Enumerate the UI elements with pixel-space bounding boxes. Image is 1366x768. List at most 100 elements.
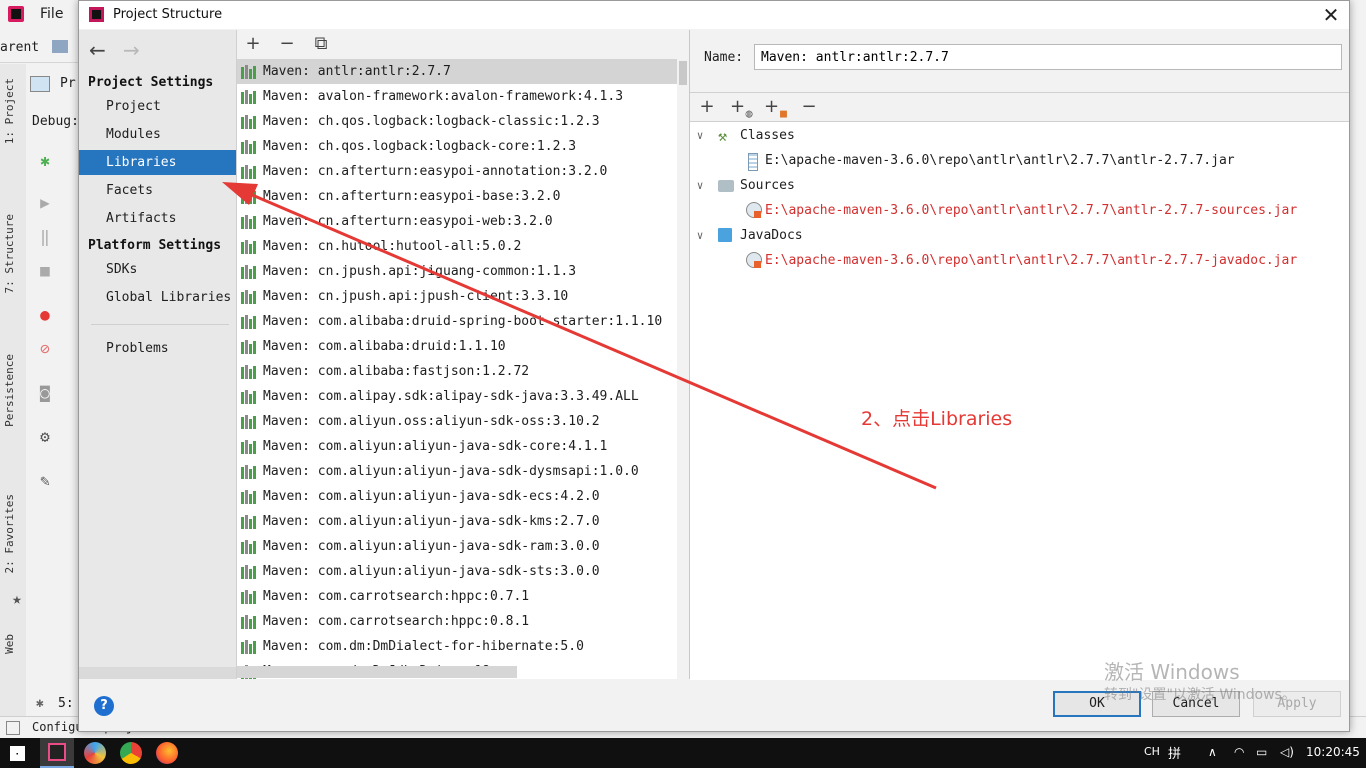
help-button[interactable]: ? xyxy=(94,696,114,716)
input-mode-indicator[interactable]: 拼 xyxy=(1168,743,1181,762)
tray-chevron-up-icon[interactable]: ∧ xyxy=(1208,745,1217,759)
library-list-item[interactable]: Maven: ch.qos.logback:logback-classic:1.… xyxy=(237,109,689,134)
tree-node-classes[interactable]: Classes xyxy=(740,123,795,148)
library-list-item[interactable]: Maven: com.alibaba:fastjson:1.2.72 xyxy=(237,359,689,384)
nav-horizontal-scrollbar[interactable] xyxy=(79,667,236,679)
library-list-horizontal-scrollbar[interactable] xyxy=(237,666,517,678)
pin-icon[interactable]: ✎ xyxy=(36,472,54,490)
mute-breakpoints-icon[interactable]: ⊘ xyxy=(36,340,54,358)
tab-persistence[interactable]: Persistence xyxy=(3,354,16,427)
library-name-field[interactable] xyxy=(754,44,1342,70)
firefox-taskbar-icon[interactable] xyxy=(156,742,178,764)
library-icon xyxy=(241,189,257,204)
intellij-taskbar-icon[interactable] xyxy=(48,743,66,761)
stop-icon[interactable]: ■ xyxy=(36,262,54,280)
menu-file[interactable]: File xyxy=(40,6,63,22)
library-list-item[interactable]: Maven: com.aliyun:aliyun-java-sdk-ecs:4.… xyxy=(237,484,689,509)
intellij-app-icon xyxy=(89,7,104,22)
library-name: Maven: cn.afterturn:easypoi-annotation:3… xyxy=(263,164,608,179)
bottom-gear-icon[interactable]: ✱ xyxy=(36,696,44,711)
library-list-item[interactable]: Maven: cn.afterturn:easypoi-web:3.2.0 xyxy=(237,209,689,234)
volume-icon[interactable]: ◁) xyxy=(1280,745,1294,759)
tab-structure[interactable]: 7: Structure xyxy=(3,214,16,293)
library-list-item[interactable]: Maven: com.carrotsearch:hppc:0.7.1 xyxy=(237,584,689,609)
library-list-item[interactable]: Maven: antlr:antlr:2.7.7 xyxy=(237,59,689,84)
library-list-item[interactable]: Maven: ch.qos.logback:logback-core:1.2.3 xyxy=(237,134,689,159)
chevron-down-icon[interactable]: ∨ xyxy=(694,129,706,142)
library-list-item[interactable]: Maven: com.aliyun.oss:aliyun-sdk-oss:3.1… xyxy=(237,409,689,434)
library-list-item[interactable]: Maven: cn.afterturn:easypoi-annotation:3… xyxy=(237,159,689,184)
library-list-item[interactable]: Maven: com.carrotsearch:hppc:0.8.1 xyxy=(237,609,689,634)
input-language-indicator[interactable]: CH xyxy=(1144,745,1160,758)
copy-library-button[interactable]: ⧉ xyxy=(310,33,332,55)
library-list-item[interactable]: Maven: avalon-framework:avalon-framework… xyxy=(237,84,689,109)
library-list-item[interactable]: Maven: com.alipay.sdk:alipay-sdk-java:3.… xyxy=(237,384,689,409)
library-icon xyxy=(241,114,257,129)
add-library-button[interactable]: + xyxy=(242,33,264,55)
remove-root-button[interactable]: − xyxy=(798,96,820,118)
tab-project[interactable]: 1: Project xyxy=(3,78,16,144)
library-list-item[interactable]: Maven: com.aliyun:aliyun-java-sdk-ram:3.… xyxy=(237,534,689,559)
settings-gear-icon[interactable]: ⚙ xyxy=(36,428,54,446)
tree-node-javadocs[interactable]: JavaDocs xyxy=(740,223,803,248)
editor-tab[interactable]: Pr xyxy=(60,76,76,91)
nav-item-facets[interactable]: Facets xyxy=(79,178,236,203)
library-list-item[interactable]: Maven: com.aliyun:aliyun-java-sdk-kms:2.… xyxy=(237,509,689,534)
folder-icon xyxy=(52,40,68,53)
back-arrow-icon[interactable]: ← xyxy=(89,38,106,62)
library-list-item[interactable]: Maven: com.aliyun:aliyun-java-sdk-sts:3.… xyxy=(237,559,689,584)
tab-web[interactable]: Web xyxy=(3,634,16,654)
add-attached-root-button[interactable]: +■ xyxy=(764,96,788,120)
library-list-item[interactable]: Maven: com.aliyun:aliyun-java-sdk-dysmsa… xyxy=(237,459,689,484)
library-list-item[interactable]: Maven: cn.hutool:hutool-all:5.0.2 xyxy=(237,234,689,259)
scrollbar-thumb[interactable] xyxy=(679,61,687,85)
browser-taskbar-icon[interactable] xyxy=(84,742,106,764)
camera-icon[interactable]: ◙ xyxy=(36,384,54,402)
status-toggle-icon[interactable] xyxy=(6,721,20,735)
tree-leaf-sources-path[interactable]: E:\apache-maven-3.6.0\repo\antlr\antlr\2… xyxy=(765,198,1297,223)
library-list-item[interactable]: Maven: com.alibaba:druid:1.1.10 xyxy=(237,334,689,359)
library-list-item[interactable]: Maven: com.dm:DmDialect-for-hibernate:5.… xyxy=(237,634,689,659)
library-list-vertical-scrollbar[interactable] xyxy=(677,59,689,679)
nav-divider xyxy=(91,324,229,325)
library-name: Maven: com.carrotsearch:hppc:0.8.1 xyxy=(263,614,530,629)
nav-item-problems[interactable]: Problems xyxy=(79,336,236,361)
favorites-star-icon: ★ xyxy=(12,589,22,608)
library-list-item[interactable]: Maven: cn.jpush.api:jiguang-common:1.1.3 xyxy=(237,259,689,284)
forward-arrow-icon[interactable]: → xyxy=(123,38,140,62)
add-root-button[interactable]: + xyxy=(696,96,718,118)
pause-icon[interactable]: ‖ xyxy=(36,228,54,246)
library-list-item[interactable]: Maven: cn.jpush.api:jpush-client:3.3.10 xyxy=(237,284,689,309)
nav-item-project[interactable]: Project xyxy=(79,94,236,119)
chevron-down-icon[interactable]: ∨ xyxy=(694,179,706,192)
tree-leaf-javadocs-path[interactable]: E:\apache-maven-3.6.0\repo\antlr\antlr\2… xyxy=(765,248,1297,273)
remove-library-button[interactable]: − xyxy=(276,33,298,55)
tab-favorites[interactable]: 2: Favorites xyxy=(3,494,16,573)
nav-item-libraries[interactable]: Libraries xyxy=(79,150,236,175)
tree-leaf-classes-path[interactable]: E:\apache-maven-3.6.0\repo\antlr\antlr\2… xyxy=(765,148,1235,173)
bottom-tool-tab[interactable]: 5: xyxy=(58,696,74,711)
nav-item-sdks[interactable]: SDKs xyxy=(79,257,236,282)
breadcrumb[interactable]: arent xyxy=(0,40,39,55)
add-url-root-button[interactable]: +◍ xyxy=(730,96,753,120)
nav-item-modules[interactable]: Modules xyxy=(79,122,236,147)
library-list-item[interactable]: Maven: com.alibaba:druid-spring-boot-sta… xyxy=(237,309,689,334)
battery-icon[interactable]: ▭ xyxy=(1256,745,1267,759)
library-list-item[interactable]: Maven: com.aliyun:aliyun-java-sdk-core:4… xyxy=(237,434,689,459)
resume-icon[interactable]: ▶ xyxy=(36,194,54,212)
left-tool-strip: 1: Project 7: Structure Persistence 2: F… xyxy=(0,64,27,716)
nav-item-artifacts[interactable]: Artifacts xyxy=(79,206,236,231)
nav-item-global-libraries[interactable]: Global Libraries xyxy=(79,285,236,310)
debug-bug-icon[interactable]: ✱ xyxy=(36,152,54,170)
chevron-down-icon[interactable]: ∨ xyxy=(694,229,706,242)
tree-node-sources[interactable]: Sources xyxy=(740,173,795,198)
wifi-icon[interactable]: ◠ xyxy=(1234,745,1244,759)
library-list-item[interactable]: Maven: cn.afterturn:easypoi-base:3.2.0 xyxy=(237,184,689,209)
windows-start-icon[interactable] xyxy=(10,746,25,761)
library-name: Maven: com.aliyun:aliyun-java-sdk-sts:3.… xyxy=(263,564,600,579)
activation-watermark-hint: 转到"设置"以激活 Windows。 xyxy=(1104,687,1296,703)
jar-file-icon xyxy=(748,153,758,171)
chrome-taskbar-icon[interactable] xyxy=(120,742,142,764)
breakpoints-icon[interactable]: ● xyxy=(36,306,54,324)
close-icon[interactable]: ✕ xyxy=(1319,3,1343,27)
